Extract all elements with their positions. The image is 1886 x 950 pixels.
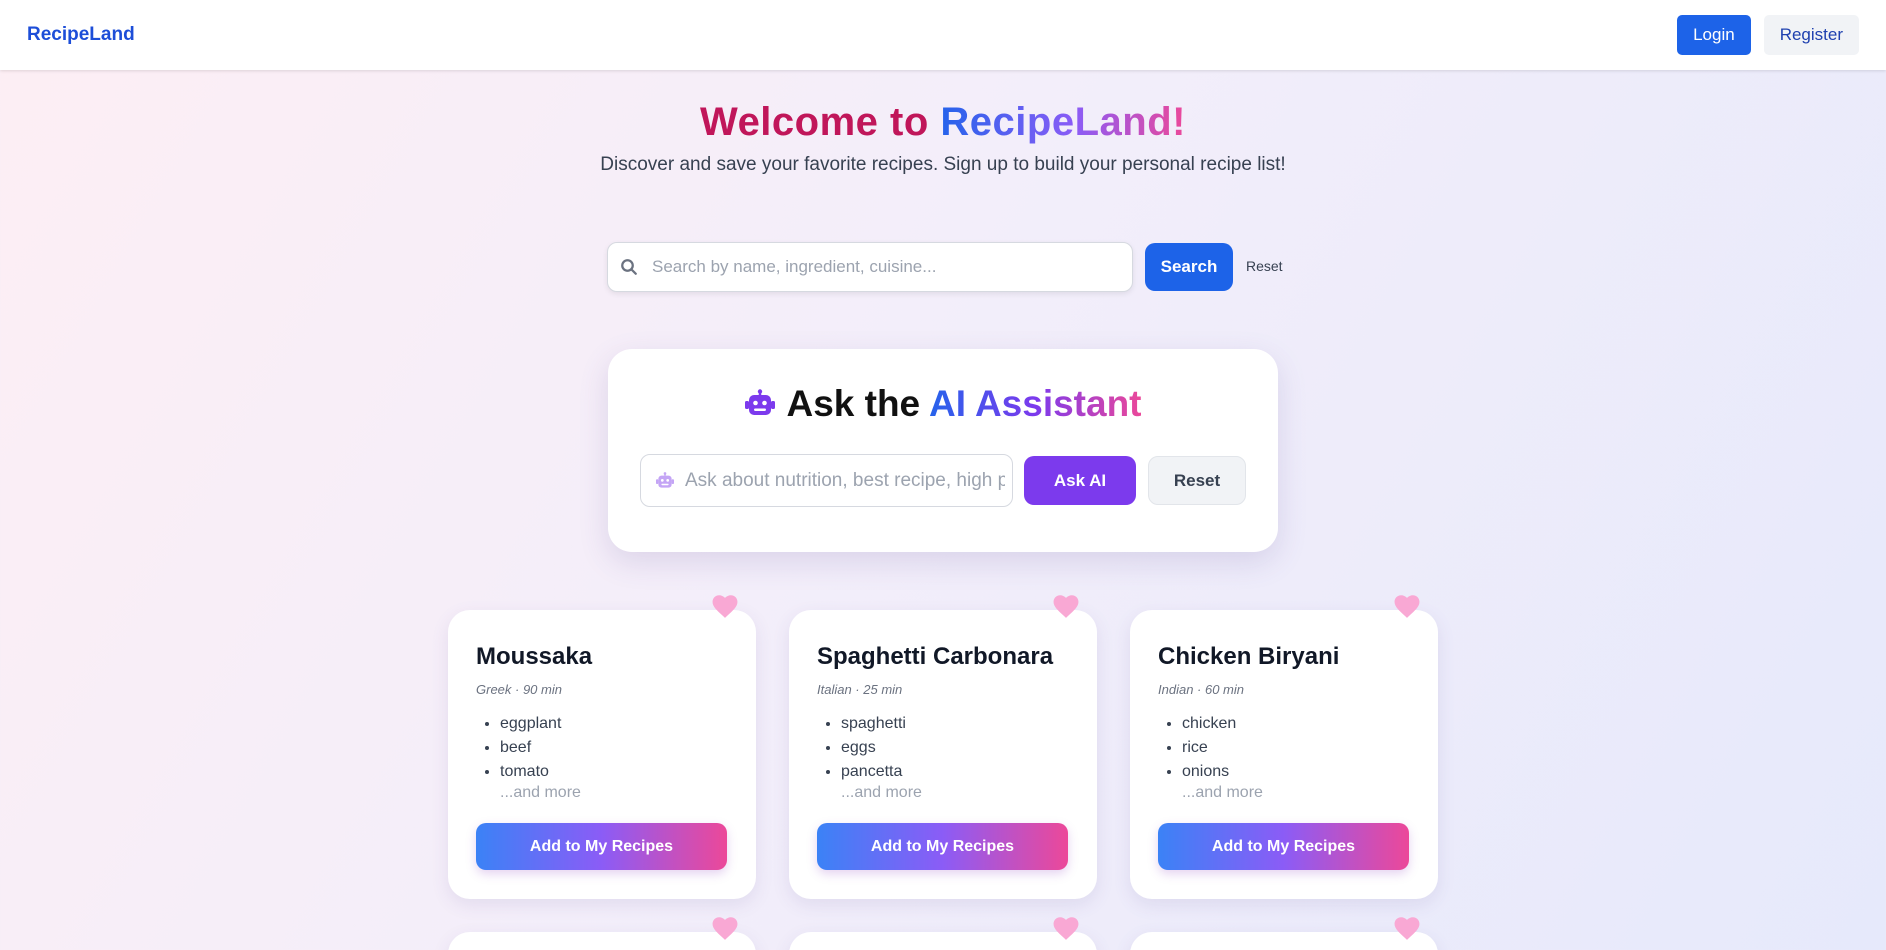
recipe-card-spaghetti-carbonara: Spaghetti Carbonara Italian · 25 min spa…	[789, 595, 1097, 899]
ingredient-item: eggplant	[500, 712, 561, 736]
recipe-card-chicken-biryani: Chicken Biryani Indian · 60 min chicken …	[1130, 595, 1438, 899]
brand-logo[interactable]: RecipeLand	[27, 24, 135, 46]
recipe-card-partial	[448, 917, 756, 950]
recipe-meta: Italian · 25 min	[817, 682, 903, 697]
ingredient-item: onions	[1182, 760, 1236, 784]
ingredient-item: pancetta	[841, 760, 906, 784]
search-icon	[621, 259, 637, 275]
ingredients-more: ...and more	[1182, 784, 1263, 801]
robot-icon	[656, 471, 674, 488]
ingredients-more: ...and more	[841, 784, 922, 801]
ingredient-item: chicken	[1182, 712, 1236, 736]
page-subtitle: Discover and save your favorite recipes.…	[600, 154, 1286, 175]
ai-reset-button[interactable]: Reset	[1148, 456, 1246, 505]
recipe-name: Spaghetti Carbonara	[817, 643, 1054, 670]
nav-actions: Login Register	[1677, 15, 1859, 55]
recipe-card-partial	[1130, 917, 1438, 950]
search-reset-button[interactable]: Reset	[1246, 258, 1283, 274]
recipe-meta: Indian · 60 min	[1158, 682, 1244, 697]
ingredient-list: chicken rice onions	[1182, 712, 1236, 784]
add-to-my-recipes-button[interactable]: Add to My Recipes	[476, 823, 727, 870]
ai-assistant-title: Ask the AI Assistant	[608, 383, 1278, 425]
register-button[interactable]: Register	[1763, 15, 1859, 55]
recipe-card-partial	[789, 917, 1097, 950]
add-to-my-recipes-button[interactable]: Add to My Recipes	[817, 823, 1068, 870]
search-button[interactable]: Search	[1145, 243, 1233, 291]
page-title-prefix: Welcome to	[700, 100, 941, 144]
ingredient-item: spaghetti	[841, 712, 906, 736]
ingredient-item: tomato	[500, 760, 561, 784]
ingredient-list: spaghetti eggs pancetta	[841, 712, 906, 784]
recipe-name: Moussaka	[476, 643, 593, 670]
ingredients-more: ...and more	[500, 784, 581, 801]
heart-icon[interactable]	[1394, 595, 1420, 619]
ingredient-list: eggplant beef tomato	[500, 712, 561, 784]
ai-title-highlight: AI Assistant	[929, 383, 1142, 424]
heart-icon[interactable]	[712, 917, 738, 941]
top-navbar: RecipeLand Login Register	[0, 0, 1886, 70]
heart-icon[interactable]	[1053, 917, 1079, 941]
ingredient-item: eggs	[841, 736, 906, 760]
heart-icon[interactable]	[712, 595, 738, 619]
recipe-meta: Greek · 90 min	[476, 682, 562, 697]
search-input[interactable]	[652, 257, 1112, 277]
recipe-card-moussaka: Moussaka Greek · 90 min eggplant beef to…	[448, 595, 756, 899]
recipe-name: Chicken Biryani	[1158, 643, 1340, 670]
login-button[interactable]: Login	[1677, 15, 1751, 55]
robot-icon	[745, 389, 776, 415]
add-to-my-recipes-button[interactable]: Add to My Recipes	[1158, 823, 1409, 870]
ai-assistant-card: Ask the AI Assistant Ask AI Reset	[608, 349, 1278, 552]
heart-icon[interactable]	[1053, 595, 1079, 619]
search-box[interactable]	[607, 242, 1133, 292]
ai-question-input[interactable]	[685, 469, 1005, 492]
heart-icon[interactable]	[1394, 917, 1420, 941]
ai-question-box[interactable]	[640, 454, 1013, 507]
page-title: Welcome to RecipeLand!	[0, 100, 1886, 145]
ingredient-item: rice	[1182, 736, 1236, 760]
ask-ai-button[interactable]: Ask AI	[1024, 456, 1136, 505]
page-title-brand: RecipeLand!	[940, 100, 1186, 144]
ai-title-prefix: Ask the	[786, 383, 930, 424]
ingredient-item: beef	[500, 736, 561, 760]
